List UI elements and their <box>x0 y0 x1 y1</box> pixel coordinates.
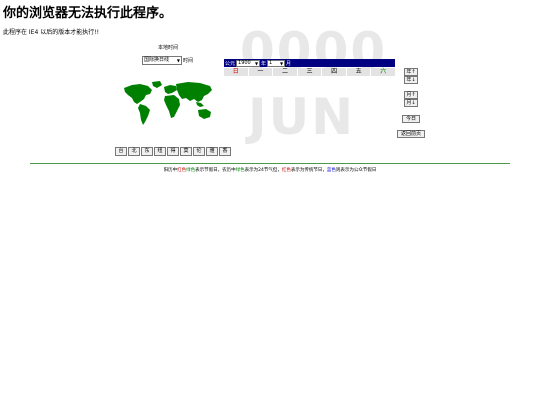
watermark-month: JUN <box>248 88 356 146</box>
legend-segment: 绿色 <box>235 168 245 173</box>
month-prev-button[interactable]: 月↑ <box>404 91 418 99</box>
legend-segment: 绿色 <box>186 168 196 173</box>
chevron-down-icon: ▼ <box>254 60 259 66</box>
weekday-6: 六 <box>371 68 396 76</box>
local-time-label: 本地时间 <box>157 45 178 51</box>
legend-segment: 红色 <box>177 168 187 173</box>
month-next-button[interactable]: 月↓ <box>404 99 418 107</box>
world-map-land <box>124 81 212 125</box>
year-prev-button[interactable]: 年↑ <box>404 68 418 76</box>
city-button-taipei[interactable]: 台 <box>115 147 127 156</box>
southeast-asia <box>196 102 204 107</box>
weekday-2: 二 <box>273 68 297 76</box>
timezone-select[interactable]: 国际换日线 ▼ <box>142 56 182 65</box>
browser-warning: 此程序在 IE4 以后的版本才能执行!! <box>3 29 100 36</box>
year-suffix: 年 <box>261 60 267 67</box>
chevron-down-icon: ▼ <box>176 58 180 63</box>
month-suffix: 月 <box>286 60 292 67</box>
calendar-header-prefix: 公元 <box>225 60 236 67</box>
weekday-5: 五 <box>346 68 371 76</box>
color-legend: 阳历中红色绿色表示节假日，农历中绿色表示为24节气但，红色表示为传统节日，蓝色则… <box>0 167 540 173</box>
year-select[interactable]: 1900 ▼ <box>236 59 261 67</box>
year-next-button[interactable]: 年↓ <box>404 76 418 84</box>
north-america <box>124 84 152 104</box>
year-select-value: 1900 <box>238 59 251 66</box>
weekday-3: 三 <box>297 68 322 76</box>
greenland <box>152 81 162 88</box>
city-button-tokyo[interactable]: 东 <box>141 147 153 156</box>
timezone-suffix: 时间 <box>183 58 194 64</box>
legend-segment: 则表示为公众节假日 <box>335 168 377 173</box>
chevron-down-icon: ▼ <box>279 60 284 66</box>
weekday-1: 一 <box>248 68 273 76</box>
asia <box>176 82 212 102</box>
city-button-row: 台 北 东 纽 得 莫 伦 雅 香 <box>115 147 231 156</box>
south-america <box>138 104 150 125</box>
legend-segment: 红色 <box>281 168 291 173</box>
africa <box>164 95 180 118</box>
timezone-row: 国际换日线 ▼ 时间 <box>142 56 193 65</box>
australia <box>198 109 211 119</box>
timezone-select-value: 国际换日线 <box>144 57 170 63</box>
weekday-0: 日 <box>224 68 248 76</box>
world-map[interactable] <box>122 80 214 126</box>
city-button-newyork[interactable]: 纽 <box>154 147 166 156</box>
legend-segment: 表示为24节气但， <box>244 168 282 173</box>
month-select[interactable]: 1 ▼ <box>267 59 286 67</box>
city-button-de[interactable]: 得 <box>167 147 179 156</box>
month-select-value: 1 <box>269 59 273 66</box>
weekday-header: 日一二三四五六 <box>224 68 396 76</box>
calendar-header: 公元 1900 ▼ 年 1 ▼ 月 <box>224 59 395 67</box>
city-button-london[interactable]: 伦 <box>193 147 205 156</box>
legend-segment: 表示节假日，农历中 <box>195 168 236 173</box>
city-button-hongkong[interactable]: 香 <box>219 147 231 156</box>
europe <box>164 85 177 94</box>
page-title: 你的浏览器无法执行此程序。 <box>3 6 173 21</box>
back-button[interactable]: 返回前页 <box>397 130 425 138</box>
legend-segment: 蓝色 <box>326 168 336 173</box>
city-button-ya[interactable]: 雅 <box>206 147 218 156</box>
legend-segment: 表示为传统节日， <box>290 168 327 173</box>
legend-segment: 阳历中 <box>163 168 178 173</box>
weekday-4: 四 <box>322 68 346 76</box>
today-button[interactable]: 今日 <box>402 115 420 123</box>
divider <box>30 163 510 164</box>
city-button-beijing[interactable]: 北 <box>128 147 140 156</box>
city-button-moscow[interactable]: 莫 <box>180 147 192 156</box>
